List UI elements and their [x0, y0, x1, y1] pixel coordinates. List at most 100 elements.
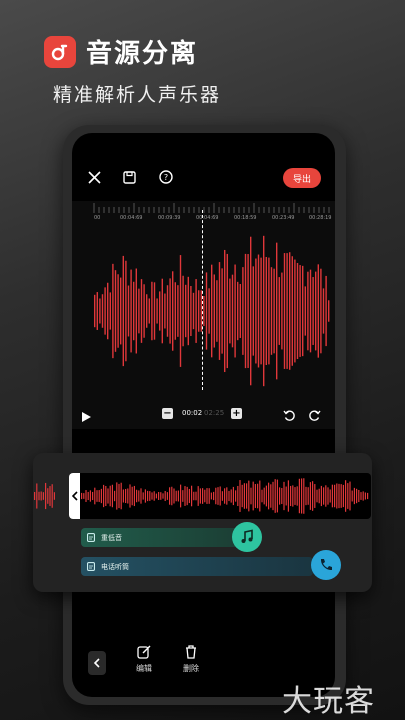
- waveform-bar: [204, 489, 206, 503]
- waveform-bar: [243, 483, 245, 509]
- music-note-icon: [241, 529, 253, 543]
- waveform-bar: [169, 487, 171, 505]
- waveform-bar: [250, 487, 252, 505]
- track-bass[interactable]: 重低音: [81, 528, 247, 547]
- waveform-bar: [153, 491, 155, 501]
- waveform-bar: [246, 483, 248, 509]
- waveform-bar: [129, 484, 131, 508]
- waveform-bar: [182, 275, 184, 347]
- waveform-bar: [241, 484, 243, 508]
- waveform-bar: [303, 478, 305, 514]
- undo-icon[interactable]: [283, 407, 296, 426]
- phone-icon: [320, 559, 332, 571]
- waveform-bar: [149, 491, 151, 501]
- waveform-bar: [316, 489, 318, 503]
- waveform-bar: [285, 486, 287, 506]
- waveform-bar: [100, 488, 102, 504]
- waveform-bar: [226, 253, 228, 369]
- waveform-bar: [161, 278, 163, 344]
- waveform-bar: [279, 487, 281, 505]
- waveform-bar: [317, 264, 319, 358]
- waveform-bar: [185, 284, 187, 338]
- waveform-bar: [192, 292, 195, 330]
- bass-toggle[interactable]: [232, 522, 262, 552]
- waveform-bar: [85, 490, 87, 502]
- chevron-left-icon: [93, 658, 100, 668]
- waveform-bar: [216, 280, 218, 342]
- waveform-bar: [224, 488, 226, 504]
- waveform-bar: [180, 484, 182, 508]
- waveform-bar: [109, 292, 111, 330]
- zoom-in-button[interactable]: +: [231, 408, 242, 419]
- waveform-bar: [278, 277, 280, 345]
- waveform-bar: [96, 490, 98, 502]
- playhead[interactable]: [202, 210, 203, 390]
- zoom-out-button[interactable]: −: [162, 408, 173, 419]
- waveform-bar: [265, 256, 267, 366]
- help-icon[interactable]: ?: [157, 168, 175, 186]
- waveform-bar: [221, 268, 223, 354]
- waveform-bar: [289, 252, 291, 370]
- waveform-bar: [34, 491, 36, 501]
- save-icon[interactable]: [120, 168, 138, 186]
- delete-button[interactable]: 删除: [183, 645, 199, 674]
- waveform-bar: [136, 489, 138, 503]
- waveform-bar: [175, 490, 177, 502]
- waveform-bar: [302, 265, 304, 357]
- waveform-bar: [155, 493, 157, 499]
- edit-button[interactable]: 编辑: [136, 645, 152, 674]
- waveform-bar: [120, 277, 122, 345]
- waveform-bar: [92, 491, 94, 501]
- waveform-bar: [322, 288, 325, 334]
- track-label: 重低音: [101, 533, 122, 542]
- audio-waveform[interactable]: [72, 227, 335, 399]
- waveform-bar: [364, 492, 366, 500]
- waveform-bar: [158, 492, 160, 500]
- edit-icon: [137, 645, 151, 659]
- waveform-bar: [296, 262, 299, 360]
- waveform-strip[interactable]: [69, 473, 371, 519]
- waveform-bar: [195, 279, 197, 343]
- waveform-bar: [104, 287, 106, 335]
- phone-toggle[interactable]: [311, 550, 341, 580]
- play-icon[interactable]: [80, 408, 92, 427]
- waveform-bar: [125, 260, 127, 362]
- waveform-bar: [221, 491, 223, 501]
- waveform-bar: [228, 490, 230, 502]
- ruler-tick: 00:04:69: [196, 215, 219, 221]
- waveform-bar: [345, 480, 347, 512]
- waveform-bar: [107, 488, 109, 504]
- export-button[interactable]: 导出: [283, 168, 321, 188]
- waveform-bar: [272, 481, 274, 511]
- trim-handle[interactable]: [69, 473, 80, 519]
- redo-icon[interactable]: [308, 407, 321, 426]
- waveform-bar: [103, 484, 105, 508]
- waveform-bar: [219, 486, 221, 506]
- waveform-bar: [367, 492, 369, 500]
- waveform-bar: [224, 249, 226, 373]
- waveform-bar: [349, 481, 351, 511]
- waveform-bar: [294, 487, 296, 505]
- waveform-bar: [127, 488, 129, 504]
- edit-label: 编辑: [136, 664, 152, 673]
- waveform-bar: [199, 488, 201, 504]
- waveform-bar: [94, 487, 96, 505]
- ruler-tick: 00:28:19: [309, 215, 332, 221]
- back-button[interactable]: [88, 651, 106, 675]
- waveform-bar: [261, 489, 263, 503]
- waveform-bar: [327, 487, 329, 505]
- current-time: 00:02: [182, 409, 203, 417]
- waveform-bar: [231, 274, 234, 348]
- ruler-tick: 00:23:49: [272, 215, 295, 221]
- waveform-bar: [351, 490, 353, 502]
- track-phone[interactable]: 电话听筒: [81, 557, 313, 576]
- ruler-tick: 00:09:39: [158, 215, 181, 221]
- total-time: 02:25: [204, 409, 225, 417]
- waveform-bar: [42, 492, 44, 500]
- waveform-bar: [255, 258, 257, 364]
- close-icon[interactable]: [85, 168, 103, 186]
- waveform-bar: [305, 486, 307, 506]
- waveform-bar: [259, 480, 261, 512]
- waveform-bar: [94, 294, 96, 328]
- waveform-bar: [202, 488, 204, 504]
